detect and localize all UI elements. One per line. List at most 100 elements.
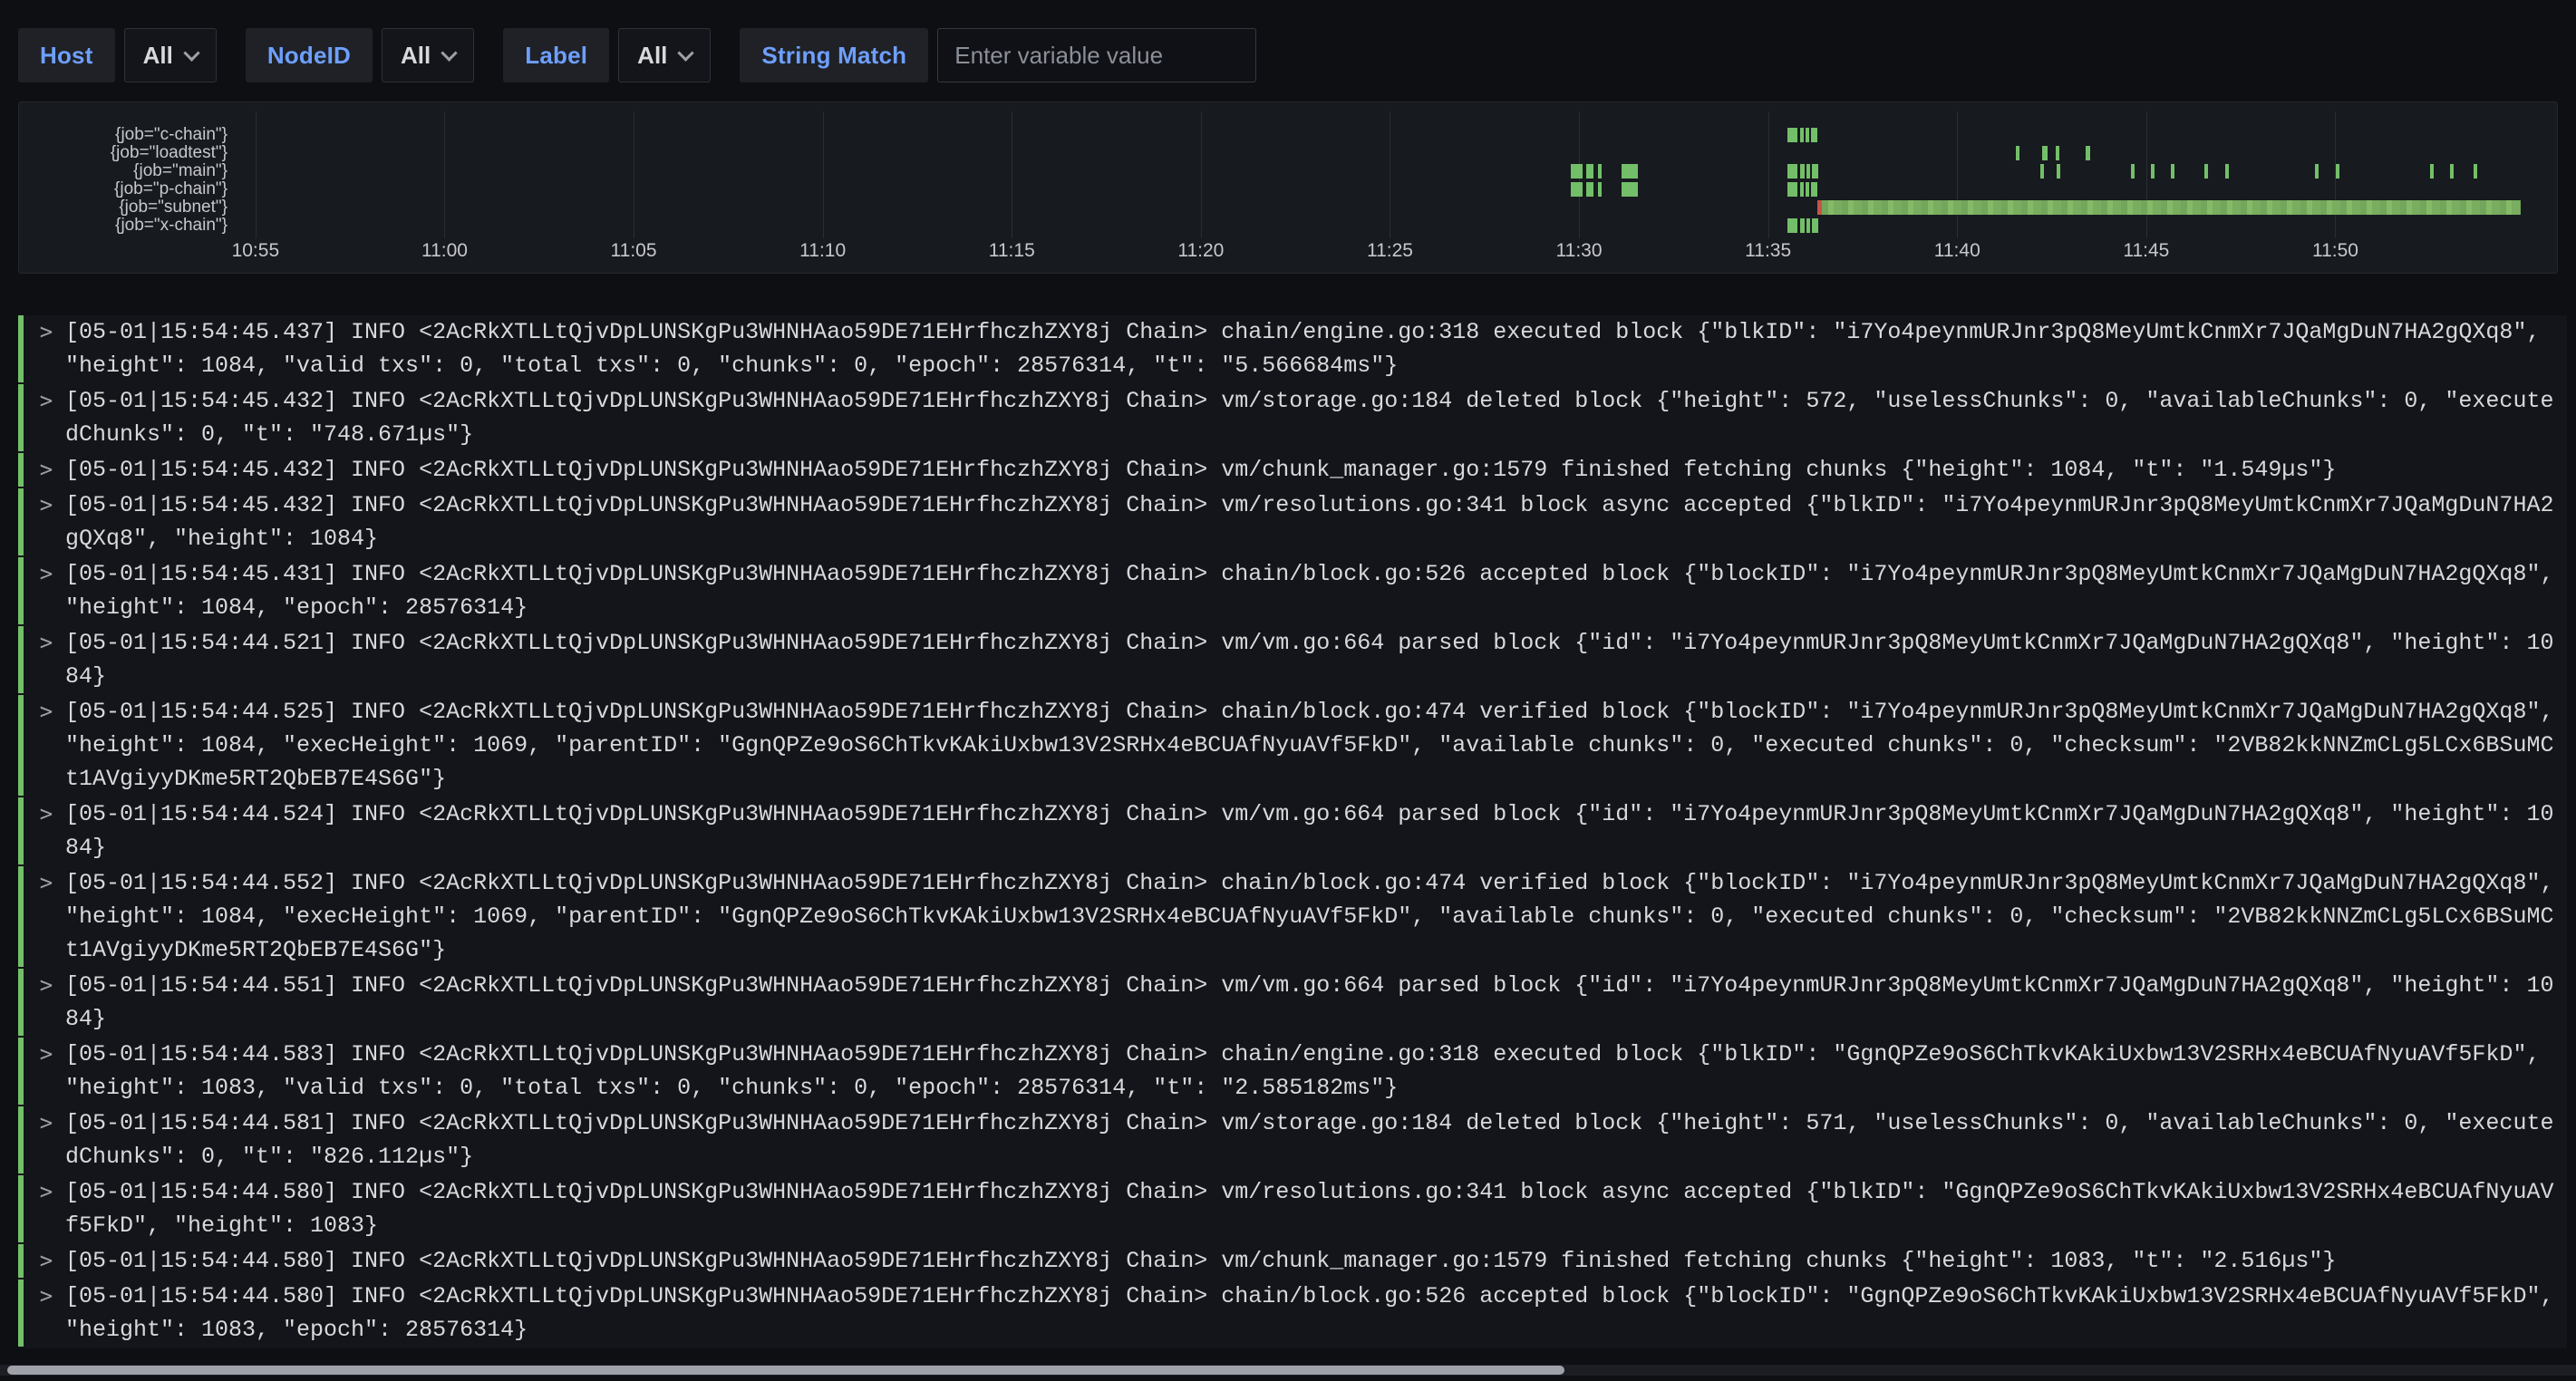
timeline-log-segment[interactable]: [1806, 218, 1810, 233]
timeline-log-segment[interactable]: [1586, 164, 1593, 179]
timeline-log-segment[interactable]: [1800, 182, 1804, 197]
log-row[interactable]: > [05-01|15:54:44.580] INFO <2AcRkXTLLtQ…: [18, 1280, 2567, 1347]
log-row[interactable]: > [05-01|15:54:45.432] INFO <2AcRkXTLLtQ…: [18, 488, 2567, 555]
timeline-log-segment[interactable]: [2056, 146, 2059, 160]
log-level-bar: [18, 695, 24, 796]
timeline-series-row: [237, 164, 2552, 179]
timeline-log-segment[interactable]: [1811, 182, 1817, 197]
log-level-bar: [18, 1280, 24, 1347]
string-match-input[interactable]: [937, 28, 1256, 82]
timeline-axis-tick-label: 11:25: [1349, 240, 1430, 262]
timeline-log-segment[interactable]: [2450, 164, 2454, 179]
expand-chevron-icon[interactable]: >: [38, 1106, 54, 1173]
timeline-log-segment[interactable]: [1806, 164, 1810, 179]
expand-chevron-icon[interactable]: >: [38, 488, 54, 555]
log-level-bar: [18, 866, 24, 967]
timeline-log-segment[interactable]: [1800, 164, 1805, 179]
timeline-log-segment[interactable]: [1787, 128, 1798, 142]
expand-chevron-icon[interactable]: >: [38, 453, 54, 487]
timeline-log-segment[interactable]: [2336, 164, 2339, 179]
timeline-log-segment[interactable]: [2225, 164, 2229, 179]
expand-chevron-icon[interactable]: >: [38, 1175, 54, 1242]
timeline-log-segment[interactable]: [2040, 164, 2044, 179]
log-row[interactable]: > [05-01|15:54:45.437] INFO <2AcRkXTLLtQ…: [18, 315, 2567, 382]
timeline-log-segment[interactable]: [2315, 164, 2319, 179]
timeline-log-segment[interactable]: [1787, 164, 1798, 179]
log-line-text: [05-01|15:54:45.432] INFO <2AcRkXTLLtQjv…: [65, 384, 2563, 451]
expand-chevron-icon[interactable]: >: [38, 384, 54, 451]
nodeid-variable-dropdown[interactable]: All: [382, 28, 474, 82]
timeline-log-segment[interactable]: [2131, 164, 2135, 179]
expand-chevron-icon[interactable]: >: [38, 1038, 54, 1105]
timeline-log-segment[interactable]: [2057, 164, 2060, 179]
timeline-log-segment[interactable]: [1586, 182, 1593, 197]
expand-chevron-icon[interactable]: >: [38, 695, 54, 796]
log-row[interactable]: > [05-01|15:54:45.432] INFO <2AcRkXTLLtQ…: [18, 453, 2567, 487]
timeline-log-segment[interactable]: [1598, 182, 1602, 197]
log-level-bar: [18, 1106, 24, 1173]
timeline-log-segment[interactable]: [1622, 182, 1638, 197]
timeline-axis-tick-label: 11:30: [1538, 240, 1620, 262]
variables-bar: Host All NodeID All Label All String Mat…: [18, 28, 1285, 82]
timeline-log-segment[interactable]: [2171, 164, 2174, 179]
log-row[interactable]: > [05-01|15:54:44.580] INFO <2AcRkXTLLtQ…: [18, 1175, 2567, 1242]
timeline-log-segment[interactable]: [1787, 182, 1798, 197]
timeline-log-segment[interactable]: [1822, 200, 2521, 215]
timeline-log-segment[interactable]: [2474, 164, 2477, 179]
expand-chevron-icon[interactable]: >: [38, 557, 54, 624]
log-row[interactable]: > [05-01|15:54:44.525] INFO <2AcRkXTLLtQ…: [18, 695, 2567, 796]
timeline-log-segment[interactable]: [1806, 182, 1809, 197]
timeline-log-segment[interactable]: [1800, 128, 1804, 142]
log-level-bar: [18, 969, 24, 1036]
timeline-log-segment[interactable]: [2016, 146, 2019, 160]
log-level-bar: [18, 626, 24, 693]
horizontal-scrollbar-track[interactable]: [0, 1365, 2576, 1376]
log-row[interactable]: > [05-01|15:54:44.583] INFO <2AcRkXTLLtQ…: [18, 1038, 2567, 1105]
timeline-plot[interactable]: 10:5511:0011:0511:1011:1511:2011:2511:30…: [237, 102, 2552, 273]
timeline-log-segment[interactable]: [1806, 128, 1809, 142]
timeline-log-segment[interactable]: [2042, 146, 2047, 160]
log-row[interactable]: > [05-01|15:54:44.524] INFO <2AcRkXTLLtQ…: [18, 797, 2567, 864]
timeline-log-segment[interactable]: [2151, 164, 2155, 179]
expand-chevron-icon[interactable]: >: [38, 797, 54, 864]
timeline-log-segment[interactable]: [2430, 164, 2434, 179]
timeline-log-segment[interactable]: [2204, 164, 2208, 179]
log-row[interactable]: > [05-01|15:54:44.581] INFO <2AcRkXTLLtQ…: [18, 1106, 2567, 1173]
horizontal-scrollbar-thumb[interactable]: [7, 1366, 1564, 1375]
expand-chevron-icon[interactable]: >: [38, 626, 54, 693]
log-level-bar: [18, 384, 24, 451]
timeline-axis-tick-label: 11:45: [2106, 240, 2187, 262]
log-row[interactable]: > [05-01|15:54:45.431] INFO <2AcRkXTLLtQ…: [18, 557, 2567, 624]
expand-chevron-icon[interactable]: >: [38, 315, 54, 382]
timeline-log-segment[interactable]: [1598, 164, 1602, 179]
expand-chevron-icon[interactable]: >: [38, 866, 54, 967]
log-volume-panel: {job="c-chain"}{job="loadtest"}{job="mai…: [18, 101, 2558, 274]
expand-chevron-icon[interactable]: >: [38, 969, 54, 1036]
log-level-bar: [18, 315, 24, 382]
host-variable-label: Host: [18, 28, 115, 82]
timeline-series-label: {job="x-chain"}: [19, 217, 228, 235]
log-row[interactable]: > [05-01|15:54:44.580] INFO <2AcRkXTLLtQ…: [18, 1244, 2567, 1278]
timeline-log-segment[interactable]: [1812, 218, 1818, 233]
timeline-log-segment[interactable]: [1811, 128, 1817, 142]
log-row[interactable]: > [05-01|15:54:45.432] INFO <2AcRkXTLLtQ…: [18, 384, 2567, 451]
log-row[interactable]: > [05-01|15:54:44.551] INFO <2AcRkXTLLtQ…: [18, 969, 2567, 1036]
timeline-log-segment[interactable]: [1622, 164, 1638, 179]
timeline-log-segment[interactable]: [1812, 164, 1818, 179]
log-row[interactable]: > [05-01|15:54:44.521] INFO <2AcRkXTLLtQ…: [18, 626, 2567, 693]
timeline-log-segment[interactable]: [1787, 218, 1798, 233]
timeline-log-segment[interactable]: [1800, 218, 1805, 233]
timeline-log-segment[interactable]: [1571, 182, 1583, 197]
host-variable-dropdown[interactable]: All: [124, 28, 217, 82]
log-row[interactable]: > [05-01|15:54:44.552] INFO <2AcRkXTLLtQ…: [18, 866, 2567, 967]
timeline-axis-tick-label: 11:05: [593, 240, 674, 262]
label-variable-label: Label: [503, 28, 609, 82]
log-line-text: [05-01|15:54:44.581] INFO <2AcRkXTLLtQjv…: [65, 1106, 2563, 1173]
timeline-log-segment[interactable]: [1571, 164, 1583, 179]
label-variable-dropdown[interactable]: All: [618, 28, 711, 82]
expand-chevron-icon[interactable]: >: [38, 1244, 54, 1278]
timeline-log-segment[interactable]: [2086, 146, 2090, 160]
log-line-text: [05-01|15:54:44.580] INFO <2AcRkXTLLtQjv…: [65, 1280, 2563, 1347]
timeline-axis-tick-label: 11:40: [1916, 240, 1998, 262]
expand-chevron-icon[interactable]: >: [38, 1280, 54, 1347]
